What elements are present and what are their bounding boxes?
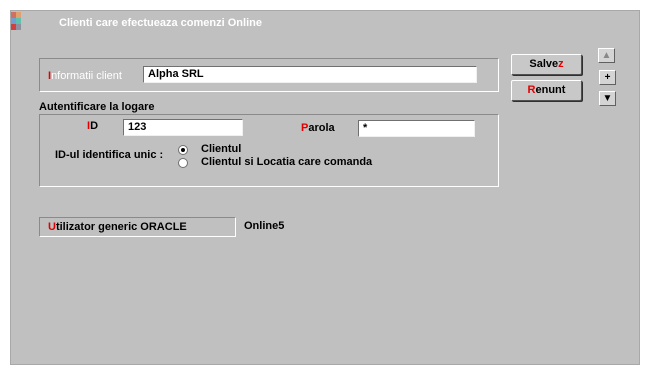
password-field[interactable]: *: [358, 120, 475, 137]
client-online-window: Clienti care efectueaza comenzi Online I…: [10, 10, 640, 365]
auth-panel: ID 123 Parola * ID-ul identifica unic : …: [39, 114, 499, 187]
client-info-panel: Informatii client Alpha SRL: [39, 58, 499, 92]
cancel-button[interactable]: Renunt: [511, 80, 582, 101]
generic-user-label: Utilizator generic ORACLE: [48, 221, 187, 233]
scroll-up-icon[interactable]: ▲: [598, 48, 615, 63]
add-button[interactable]: +: [599, 70, 616, 85]
radio-selected-dot: [181, 148, 185, 152]
app-logo-icon: [11, 12, 21, 36]
password-label: Parola: [301, 122, 335, 134]
option-client[interactable]: Clientul: [178, 143, 378, 157]
radio-client-location[interactable]: [178, 158, 188, 168]
unique-id-label: ID-ul identifica unic :: [55, 149, 164, 161]
option-client-location-label: Clientul si Locatia care comanda: [201, 156, 373, 168]
client-info-label: Informatii client: [48, 70, 122, 82]
generic-user-panel: Utilizator generic ORACLE: [39, 217, 236, 237]
window-title: Clienti care efectueaza comenzi Online: [59, 17, 262, 29]
id-label: ID: [87, 120, 99, 132]
option-client-location[interactable]: Clientul si Locatia care comanda: [178, 156, 398, 170]
option-client-label: Clientul: [201, 143, 242, 155]
radio-client[interactable]: [178, 145, 188, 155]
scroll-down-icon[interactable]: ▼: [599, 91, 616, 106]
id-field[interactable]: 123: [123, 119, 243, 136]
auth-section-label: Autentificare la logare: [39, 101, 155, 113]
generic-user-value: Online5: [244, 220, 285, 232]
save-button[interactable]: Salvez: [511, 54, 582, 75]
client-info-field[interactable]: Alpha SRL: [143, 66, 477, 83]
